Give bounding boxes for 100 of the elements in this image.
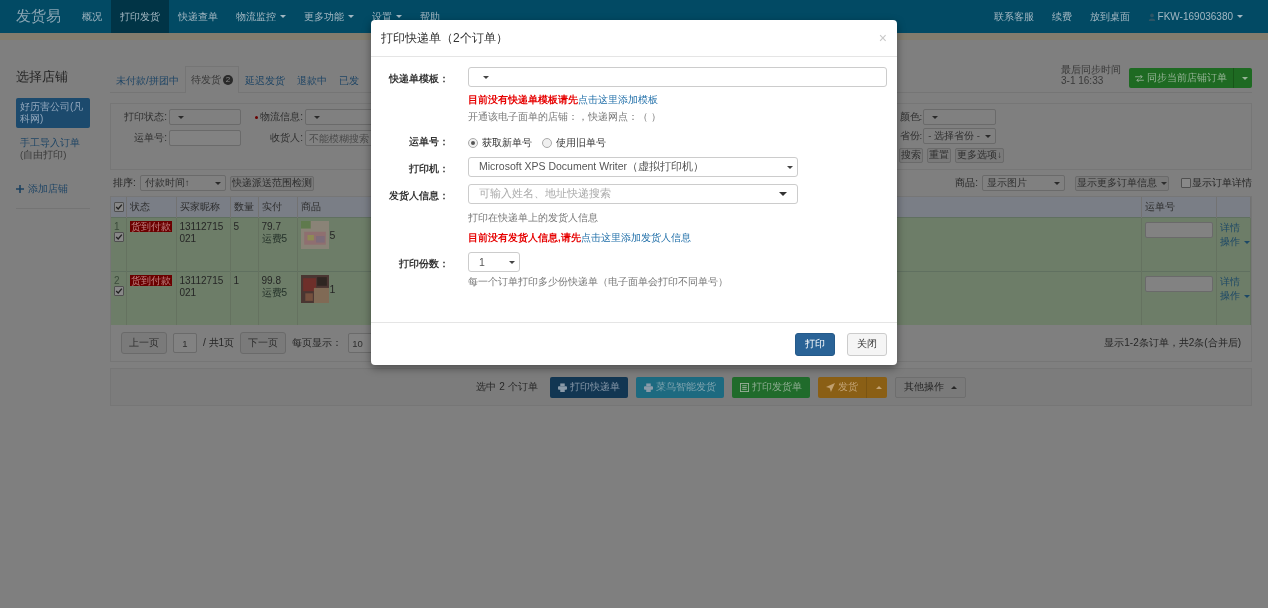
nav-link[interactable]: 续费: [1042, 0, 1081, 33]
row-checkbox[interactable]: [114, 232, 124, 242]
selection-count: 选中 2 个订单: [476, 380, 538, 394]
shop-item[interactable]: 好历害公司(凡科网): [16, 98, 90, 128]
goods-display-select[interactable]: 显示图片: [982, 175, 1065, 191]
column-header: 数量: [230, 197, 258, 218]
row-action-link[interactable]: 详情: [1220, 221, 1247, 235]
checkbox-label: 显示订单详情: [1192, 176, 1252, 190]
row-action-link[interactable]: 操作: [1220, 289, 1247, 303]
field-label: 收货人:: [269, 131, 303, 145]
printer-icon: [643, 382, 653, 392]
waybill-input[interactable]: [1145, 222, 1213, 238]
field-label: 打印机：: [408, 162, 450, 176]
freight-text: 运费5: [261, 232, 289, 246]
tab[interactable]: 未付款/拼团中: [110, 67, 185, 93]
column-header: 实付: [258, 197, 297, 218]
row-action-link[interactable]: 详情: [1220, 275, 1247, 289]
field-label: 颜色:: [899, 110, 923, 124]
sort-label: 排序:: [113, 176, 136, 190]
nav-item[interactable]: 打印发货: [111, 0, 169, 33]
sync-menu-button[interactable]: [1233, 68, 1252, 88]
warning-text: 目前没有发货人信息,请先点击这里添加发货人信息: [468, 232, 691, 245]
waybill-input[interactable]: [169, 130, 241, 146]
per-page-label: 每页显示：: [292, 336, 343, 350]
page-total: / 共1页: [203, 336, 235, 350]
tab[interactable]: 退款中: [291, 67, 334, 93]
tab[interactable]: 已发: [333, 67, 366, 93]
paper-plane-icon: [825, 382, 835, 392]
paid-amount: 79.7: [261, 221, 282, 232]
user-icon: [1147, 12, 1156, 21]
caret-icon: [932, 115, 939, 119]
field-label: 物流信息:: [243, 110, 303, 124]
help-text: 开通该电子面单的店铺：，快递网点：（ ）: [468, 111, 661, 124]
caret-icon: [314, 115, 320, 119]
caret-icon: [214, 181, 221, 185]
column-header: 买家昵称: [176, 197, 230, 218]
caret-icon: [950, 385, 957, 389]
row-checkbox[interactable]: [114, 286, 124, 296]
sidebar-title: 选择店铺: [16, 68, 69, 86]
print-status-select[interactable]: [169, 109, 241, 125]
radio-option[interactable]: 获取新单号: [468, 136, 532, 150]
tab[interactable]: 待发货 2: [184, 66, 240, 93]
radio-button[interactable]: [468, 138, 478, 148]
copies-select[interactable]: 1: [468, 252, 520, 272]
sync-time-label: 最后同步时间: [1061, 64, 1121, 75]
caret-icon: [779, 192, 787, 196]
shop-item[interactable]: 手工导入订单 (自由打印): [16, 134, 90, 164]
document-icon: [739, 382, 749, 392]
province-select[interactable]: - 选择省份 -: [923, 128, 997, 144]
sync-time: 3-1 16:33: [1061, 75, 1105, 86]
row-action-link[interactable]: 操作: [1220, 235, 1247, 249]
action-button[interactable]: 打印快递单: [549, 376, 628, 398]
nav-item[interactable]: 快递查单: [169, 0, 227, 33]
sort-select[interactable]: 付款时间↑: [139, 175, 226, 191]
nav-link[interactable]: 放到桌面: [1080, 0, 1139, 33]
column-header: 运单号: [1141, 197, 1217, 218]
column-header: 状态: [126, 197, 176, 218]
add-shop-link[interactable]: 添加店铺: [16, 182, 90, 196]
account-menu[interactable]: FKW-169036380: [1138, 0, 1252, 33]
printer-select[interactable]: Microsoft XPS Document Writer（虚拟打印机）: [468, 157, 798, 177]
action-button[interactable]: 其他操作: [894, 376, 966, 398]
table-cell: 13112715021: [176, 217, 230, 272]
warning-text: 目前没有快递单模板请先点击这里添加模板: [468, 94, 658, 107]
nav-item[interactable]: 更多功能: [295, 0, 363, 33]
filter-button[interactable]: 搜索: [899, 147, 924, 163]
caret-icon: [509, 260, 515, 264]
radio-button[interactable]: [542, 138, 552, 148]
add-sender-link[interactable]: 点击这里添加发货人信息: [580, 232, 691, 243]
freight-text: 运费5: [261, 286, 289, 300]
tab[interactable]: 延迟发货: [239, 67, 292, 93]
select-all-checkbox[interactable]: [114, 201, 124, 212]
more-info-dropdown[interactable]: 显示更多订单信息: [1075, 175, 1169, 191]
caret-icon: [1242, 76, 1248, 80]
dialog-button[interactable]: 关闭: [847, 332, 887, 356]
waybill-input[interactable]: [1145, 276, 1213, 292]
dialog-button[interactable]: 打印: [795, 332, 835, 356]
show-details-checkbox[interactable]: 显示订单详情: [1181, 176, 1252, 190]
product-count: 5: [329, 229, 336, 241]
filter-button[interactable]: 更多选项↓: [955, 147, 1004, 163]
template-select[interactable]: [468, 67, 887, 87]
radio-option[interactable]: 使用旧单号: [542, 136, 606, 150]
checkbox[interactable]: [1181, 178, 1191, 188]
dropdown-toggle-button[interactable]: [865, 376, 887, 398]
add-template-link[interactable]: 点击这里添加模板: [578, 94, 658, 105]
caret-icon: [787, 165, 793, 169]
delivery-check-button[interactable]: 快递派送范围检测: [229, 175, 314, 191]
color-select[interactable]: [923, 109, 997, 125]
action-button[interactable]: 打印发货单: [731, 376, 810, 398]
order-summary: 显示1-2条订单，共2条(合并后): [1104, 336, 1241, 350]
nav-item[interactable]: 物流监控: [227, 0, 295, 33]
goods-label: 商品:: [955, 176, 978, 190]
sender-search-field[interactable]: 可输入姓名、地址快递搜索: [468, 184, 798, 204]
table-cell: 5: [230, 217, 258, 272]
nav-link[interactable]: 联系客服: [984, 0, 1043, 33]
sync-orders-button[interactable]: 同步当前店铺订单: [1129, 68, 1233, 88]
nav-item[interactable]: 概况: [73, 0, 111, 33]
action-button[interactable]: 发货: [817, 376, 866, 398]
action-button[interactable]: 菜鸟智能发货: [635, 376, 724, 398]
page-input[interactable]: 1: [173, 333, 197, 353]
field-label: 快递单模板：: [387, 72, 450, 86]
